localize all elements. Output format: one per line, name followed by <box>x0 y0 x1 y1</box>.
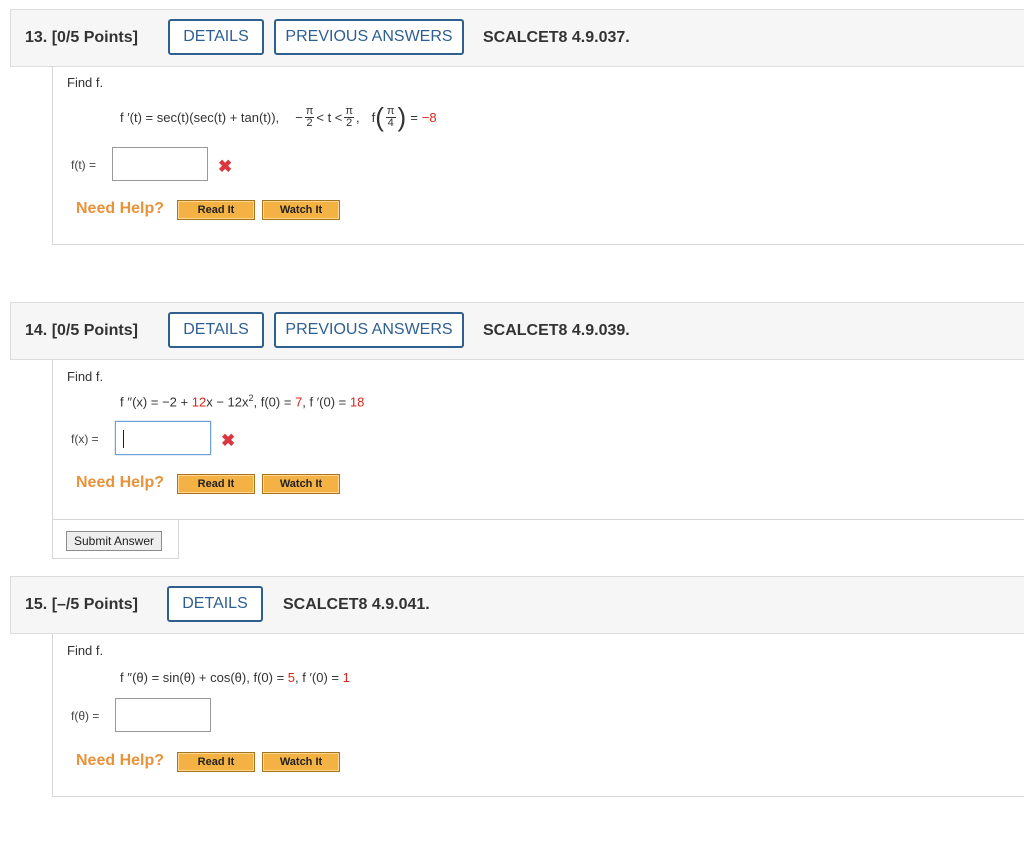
read-it-button[interactable]: Read It <box>177 200 255 220</box>
equation-text: , f ′(0) = <box>295 670 340 685</box>
given-value: 5 <box>287 670 296 685</box>
given-value: 12 <box>191 394 207 410</box>
find-prompt: Find f. <box>67 643 104 658</box>
question-13-number: 13. [0/5 Points] <box>25 29 138 47</box>
read-it-button[interactable]: Read It <box>177 474 255 494</box>
submit-answer-button[interactable]: Submit Answer <box>66 531 162 551</box>
text-caret <box>123 430 124 448</box>
question-number: 14. <box>25 322 48 339</box>
problem-code: SCALCET8 4.9.037. <box>483 29 630 46</box>
question-points: [0/5 Points] <box>51 29 138 46</box>
details-button[interactable]: DETAILS <box>168 19 264 55</box>
question-number: 13. <box>25 29 48 46</box>
question-14-number: 14. [0/5 Points] <box>25 322 138 340</box>
equation-text: , f ′(0) = <box>302 394 347 410</box>
problem-code: SCALCET8 4.9.039. <box>483 322 630 339</box>
question-points: [0/5 Points] <box>51 322 138 339</box>
problem-code: SCALCET8 4.9.041. <box>283 596 430 613</box>
equation-text: < t < <box>316 109 343 125</box>
question-15-header: 15. [–/5 Points] DETAILS SCALCET8 4.9.04… <box>10 576 1024 634</box>
equation: f ′(t) = sec(t)(sec(t) + tan(t)), − π2 <… <box>120 101 437 132</box>
given-value: 1 <box>342 670 350 685</box>
question-points: [–/5 Points] <box>51 596 138 613</box>
find-prompt: Find f. <box>67 75 104 90</box>
watch-it-button[interactable]: Watch It <box>262 200 340 220</box>
answer-label: f(θ) = <box>71 709 100 723</box>
need-help-label: Need Help? <box>76 752 165 769</box>
given-value: −8 <box>421 109 437 125</box>
watch-it-button[interactable]: Watch It <box>262 752 340 772</box>
equation-text: f ′′(x) = −2 + <box>120 394 189 410</box>
watch-it-button[interactable]: Watch It <box>262 474 340 494</box>
answer-label: f(t) = <box>71 158 97 172</box>
need-help-label: Need Help? <box>76 474 165 491</box>
answer-input[interactable] <box>115 421 211 455</box>
fraction: π2 <box>344 104 354 129</box>
fraction: π4 <box>385 104 396 129</box>
equation-text: f ′(t) = sec(t)(sec(t) + tan(t)), <box>120 109 280 125</box>
incorrect-icon: ✖ <box>221 431 236 450</box>
need-help-label: Need Help? <box>76 200 165 217</box>
equation-text: f ′′(θ) = sin(θ) + cos(θ), f(0) = <box>120 670 285 685</box>
answer-label: f(x) = <box>71 432 99 446</box>
question-14-header: 14. [0/5 Points] DETAILS PREVIOUS ANSWER… <box>10 302 1024 360</box>
equation-text: − <box>295 109 303 125</box>
equation-text: , f(0) = <box>253 394 292 410</box>
answer-input[interactable] <box>115 698 211 732</box>
equation-text: x − 12x <box>206 394 249 410</box>
equation: f ′′(x) = −2 + 12x − 12x2, f(0) = 7, f ′… <box>120 393 365 410</box>
read-it-button[interactable]: Read It <box>177 752 255 772</box>
details-button[interactable]: DETAILS <box>167 586 263 622</box>
equation: f ′′(θ) = sin(θ) + cos(θ), f(0) = 5, f ′… <box>120 670 350 685</box>
answer-input[interactable] <box>112 147 208 181</box>
given-value: 18 <box>349 394 365 410</box>
question-number: 15. <box>25 596 48 613</box>
previous-answers-button[interactable]: PREVIOUS ANSWERS <box>274 312 464 348</box>
question-13-header: 13. [0/5 Points] DETAILS PREVIOUS ANSWER… <box>10 9 1024 67</box>
details-button[interactable]: DETAILS <box>168 312 264 348</box>
fraction: π2 <box>304 104 315 129</box>
question-15-number: 15. [–/5 Points] <box>25 596 138 614</box>
find-prompt: Find f. <box>67 369 104 384</box>
incorrect-icon: ✖ <box>218 157 233 176</box>
previous-answers-button[interactable]: PREVIOUS ANSWERS <box>274 19 464 55</box>
